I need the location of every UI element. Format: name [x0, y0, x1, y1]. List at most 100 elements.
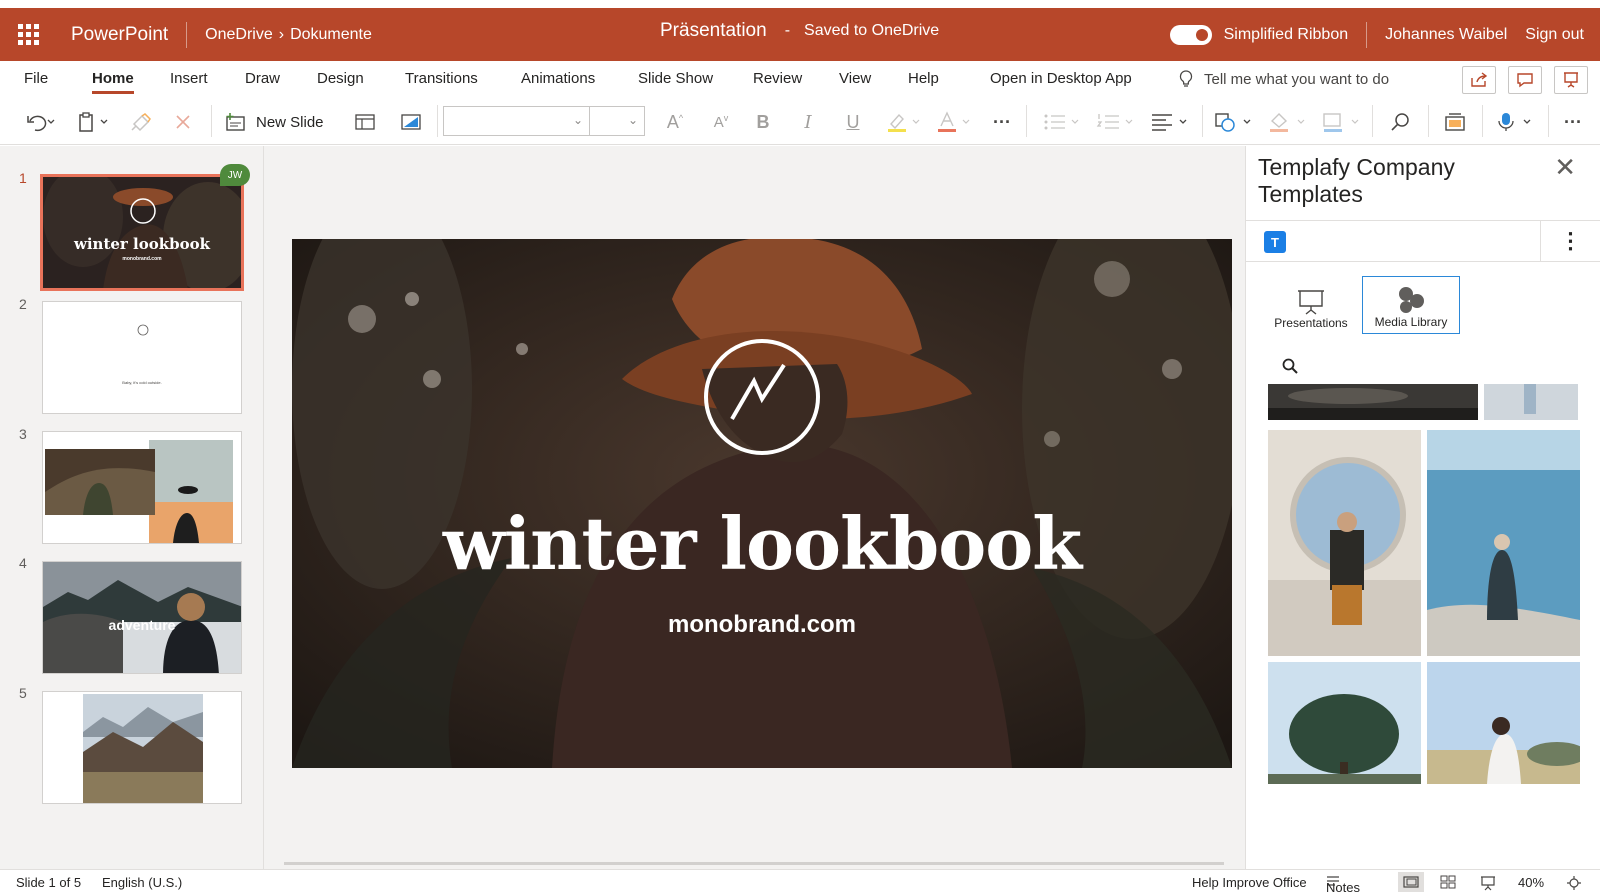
normal-view-button[interactable] — [1398, 872, 1424, 892]
slide-2-logo-icon — [137, 324, 149, 336]
breadcrumb-dokumente[interactable]: Dokumente — [290, 26, 372, 44]
close-pane-button[interactable]: ✕ — [1554, 152, 1576, 183]
notes-button[interactable]: Notes — [1326, 875, 1360, 894]
increase-font-button[interactable]: A^ — [662, 109, 688, 135]
tab-insert[interactable]: Insert — [170, 61, 208, 97]
shapes-button[interactable] — [1212, 109, 1256, 135]
media-thumb[interactable] — [1427, 662, 1580, 784]
language-indicator[interactable]: English (U.S.) — [102, 875, 182, 890]
slide-thumbnail-1[interactable]: winter lookbook monobrand.com — [40, 174, 244, 291]
media-image — [1268, 430, 1421, 656]
font-name-combo[interactable]: ⌄ — [443, 106, 590, 136]
find-button[interactable] — [1386, 109, 1416, 135]
new-slide-icon — [226, 113, 245, 131]
media-thumb[interactable] — [1484, 384, 1578, 420]
undo-button[interactable] — [20, 109, 60, 135]
media-search-button[interactable] — [1282, 358, 1298, 379]
slide-5-preview-image — [43, 692, 241, 803]
font-size-combo[interactable]: ⌄ — [589, 106, 645, 136]
align-left-icon — [1152, 114, 1187, 131]
background-button[interactable] — [396, 109, 426, 135]
format-painter-icon — [131, 113, 151, 132]
thumb-number: 1 — [19, 170, 27, 186]
media-thumb[interactable] — [1268, 384, 1478, 420]
tab-presentations[interactable]: Presentations — [1268, 276, 1354, 334]
slide-thumbnail-5[interactable] — [42, 691, 242, 804]
tab-help[interactable]: Help — [908, 61, 939, 97]
highlight-button[interactable] — [884, 109, 924, 135]
slide-thumbnail-4[interactable]: adventure — [42, 561, 242, 674]
tab-slide-show[interactable]: Slide Show — [638, 61, 713, 97]
sign-out-link[interactable]: Sign out — [1525, 26, 1584, 44]
document-title-area: Präsentation - Saved to OneDrive — [660, 20, 939, 42]
templafy-addin-button[interactable] — [1440, 109, 1470, 135]
background-icon — [401, 114, 421, 130]
help-improve-office-link[interactable]: Help Improve Office — [1192, 875, 1307, 890]
delete-button[interactable] — [168, 109, 198, 135]
slide-thumbnail-3[interactable] — [42, 431, 242, 544]
zoom-level[interactable]: 40% — [1518, 875, 1544, 890]
chevron-down-icon: ⌄ — [627, 113, 638, 127]
tab-home[interactable]: Home — [92, 61, 134, 97]
media-image — [1427, 430, 1580, 656]
media-icon — [1399, 287, 1424, 313]
slide-canvas[interactable]: winter lookbook monobrand.com — [292, 239, 1232, 768]
slide-sorter-button[interactable] — [1440, 875, 1456, 892]
tab-file[interactable]: File — [24, 61, 48, 97]
format-painter-button[interactable] — [126, 109, 156, 135]
font-color-button[interactable] — [934, 109, 974, 135]
shape-outline-button[interactable] — [1320, 109, 1364, 135]
app-name[interactable]: PowerPoint — [71, 24, 168, 46]
layout-button[interactable] — [350, 109, 380, 135]
decrease-font-button[interactable]: Av — [708, 109, 734, 135]
document-title[interactable]: Präsentation — [660, 20, 767, 42]
breadcrumb-onedrive[interactable]: OneDrive — [205, 26, 273, 44]
media-thumb[interactable] — [1268, 430, 1421, 656]
comments-button[interactable] — [1508, 66, 1542, 94]
slide-title[interactable]: winter lookbook — [292, 501, 1232, 586]
media-thumb[interactable] — [1427, 430, 1580, 656]
titlebar-right: Simplified Ribbon Johannes Waibel Sign o… — [1169, 22, 1584, 48]
tell-me-search[interactable]: Tell me what you want to do — [1178, 61, 1389, 97]
slide-subtitle[interactable]: monobrand.com — [292, 611, 1232, 639]
tab-draw[interactable]: Draw — [245, 61, 280, 97]
divider — [1428, 105, 1429, 137]
bullets-button[interactable] — [1040, 109, 1084, 135]
reading-view-button[interactable] — [1480, 875, 1496, 894]
shape-fill-button[interactable] — [1266, 109, 1310, 135]
divider — [1548, 105, 1549, 137]
open-desktop-app-link[interactable]: Open in Desktop App — [990, 61, 1132, 97]
tab-review[interactable]: Review — [753, 61, 802, 97]
present-button[interactable] — [1554, 66, 1588, 94]
italic-icon: I — [804, 111, 812, 133]
media-gallery — [1262, 384, 1584, 784]
more-font-options-button[interactable]: ··· — [988, 109, 1016, 135]
media-image — [1268, 384, 1478, 420]
user-name[interactable]: Johannes Waibel — [1385, 26, 1507, 44]
horizontal-scrollbar[interactable] — [284, 862, 1224, 865]
tab-media-library[interactable]: Media Library — [1362, 276, 1460, 334]
slide-thumbnail-2[interactable]: Baby, it's cold outside. — [42, 301, 242, 414]
underline-button[interactable]: U — [842, 109, 864, 135]
bold-button[interactable]: B — [752, 109, 774, 135]
app-launcher-icon[interactable] — [13, 20, 43, 50]
more-options-button[interactable]: ··· — [1558, 109, 1588, 135]
align-button[interactable] — [1148, 109, 1192, 135]
numbering-button[interactable] — [1094, 109, 1138, 135]
share-button[interactable] — [1462, 66, 1496, 94]
tab-transitions[interactable]: Transitions — [405, 61, 478, 97]
tab-design[interactable]: Design — [317, 61, 364, 97]
paste-button[interactable] — [74, 109, 114, 135]
media-thumb[interactable] — [1268, 662, 1421, 784]
italic-button[interactable]: I — [797, 109, 819, 135]
tab-view[interactable]: View — [839, 61, 871, 97]
new-slide-button[interactable]: New Slide — [224, 109, 324, 135]
simplified-ribbon-toggle[interactable] — [1169, 25, 1212, 45]
underline-icon: U — [846, 111, 860, 132]
panel-menu-button[interactable]: ⋮ — [1540, 221, 1600, 261]
tab-animations[interactable]: Animations — [521, 61, 595, 97]
dictate-button[interactable] — [1494, 109, 1538, 135]
status-bar: Slide 1 of 5 English (U.S.) Help Improve… — [0, 869, 1600, 894]
fit-to-window-button[interactable] — [1566, 875, 1582, 894]
media-image — [1484, 384, 1578, 420]
